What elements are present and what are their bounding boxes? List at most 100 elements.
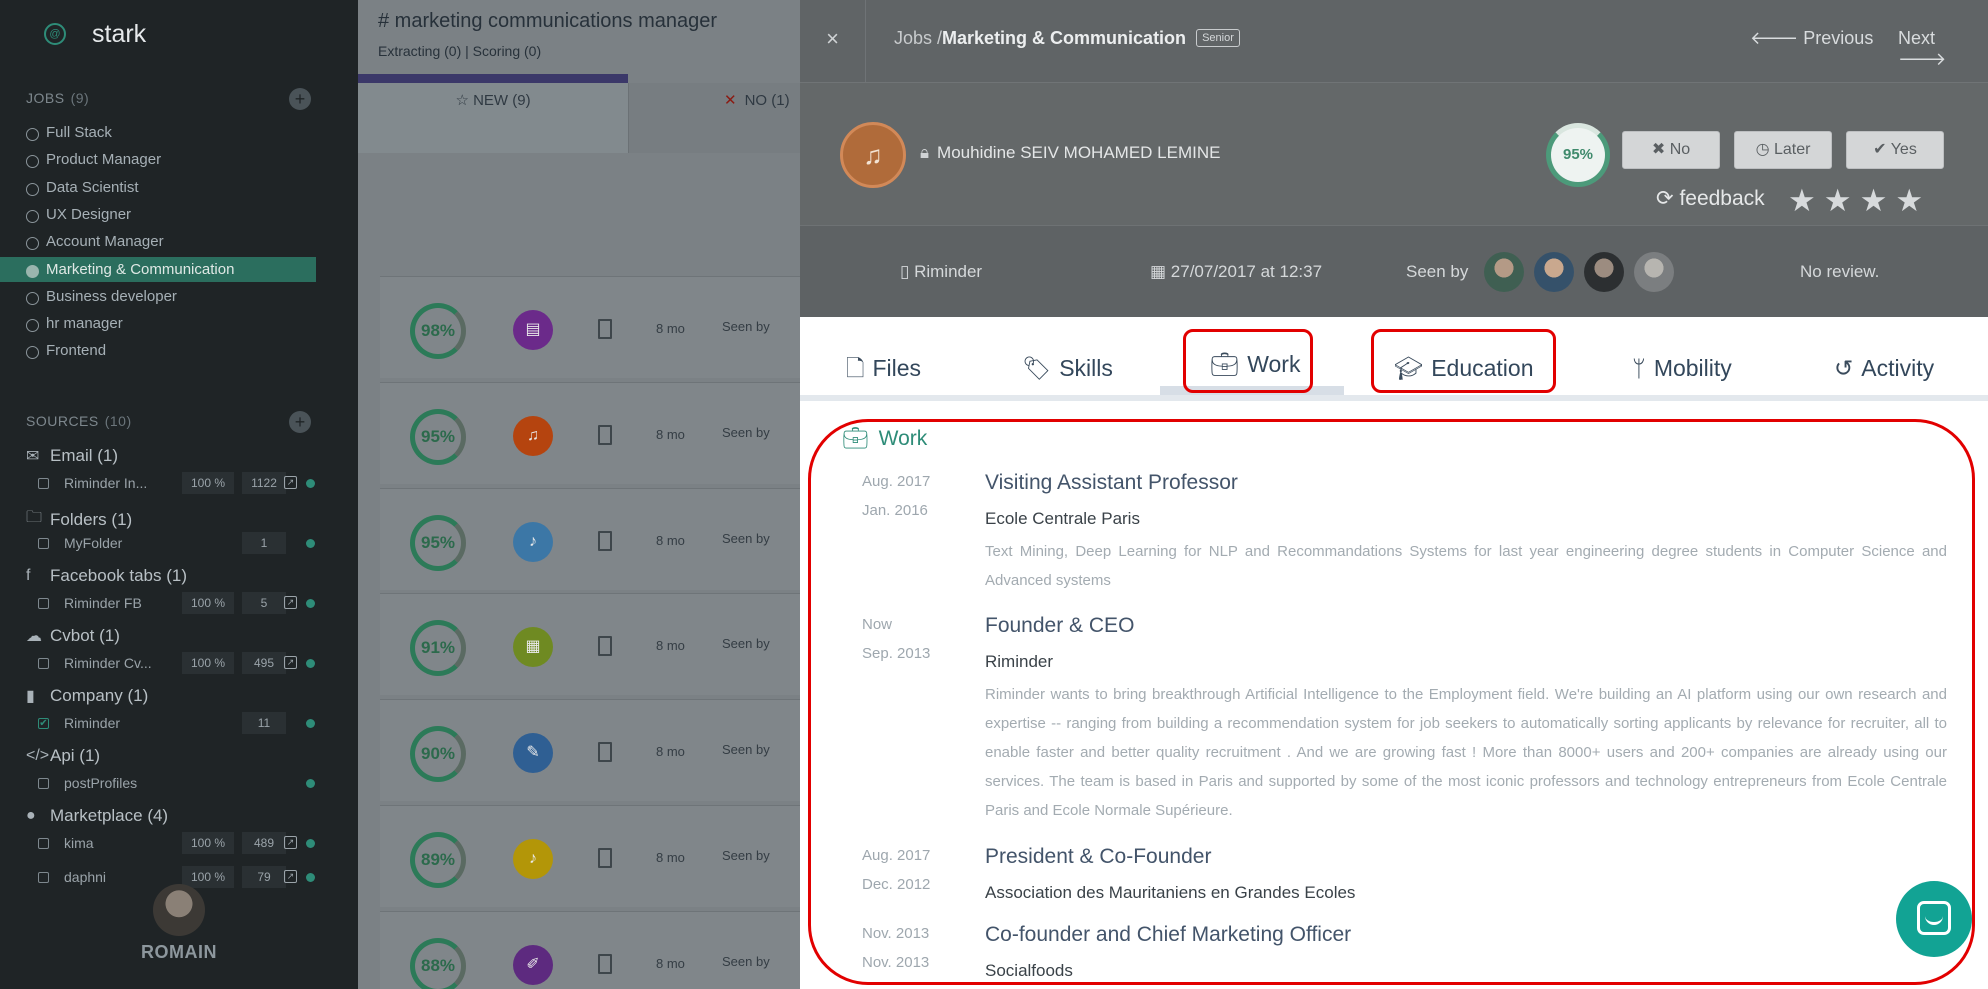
building-icon: ▮ (26, 688, 35, 705)
candidate-row[interactable]: 88% ✐ 8 mo Seen by (380, 910, 800, 989)
tab-no[interactable]: ✕ NO (1) (628, 83, 800, 153)
candidate-row[interactable]: 91% ▦ 8 mo Seen by (380, 593, 800, 696)
sidebar-item-job[interactable]: Business developer (0, 284, 316, 309)
chart-icon[interactable]: ↗ (284, 476, 297, 489)
building-icon: ▯ (900, 262, 915, 281)
source-name: Riminder In... (64, 475, 148, 491)
chart-icon[interactable]: ↗ (284, 596, 297, 609)
source-count: 11 (242, 712, 286, 734)
breadcrumb-jobs[interactable]: Jobs / (894, 28, 942, 48)
check-icon: ✔ (1873, 141, 1891, 158)
source-group[interactable]: 🗀 Folders (1) (26, 506, 132, 533)
source-group[interactable]: f Facebook tabs (1) (26, 566, 187, 586)
source-row[interactable]: Riminder Cv... 100 % 495 ↗ (38, 652, 318, 674)
status-dot (306, 839, 315, 848)
add-job-icon[interactable]: + (289, 88, 311, 110)
sidebar-item-job[interactable]: hr manager (0, 311, 316, 336)
candidate-row[interactable]: 89% ♪ 8 mo Seen by (380, 805, 800, 907)
source-row[interactable]: MyFolder 1 (38, 532, 318, 554)
date-label: ▦ 27/07/2017 at 12:37 (1150, 262, 1323, 281)
candidate-row[interactable]: 95% ♪ 8 mo Seen by (380, 487, 800, 590)
previous-button[interactable]: 🡐 Previous (1750, 28, 1873, 49)
sidebar: @ stark JOBS (9) + Full Stack Product Mana… (0, 0, 358, 989)
chart-icon[interactable]: ↗ (284, 656, 297, 669)
status-dot (306, 479, 315, 488)
tab-files[interactable]: 🗋 Files (846, 345, 921, 391)
close-button[interactable]: × (800, 0, 866, 82)
candidate-tabs: ☆ NEW (9) ✕ NO (1) (358, 74, 800, 153)
source-row[interactable]: Riminder FB 100 % 5 ↗ (38, 592, 318, 614)
chat-launcher[interactable] (1896, 881, 1972, 957)
status-dot (306, 539, 315, 548)
source-group[interactable]: ✉ Email (1) (26, 446, 118, 466)
source-group[interactable]: ● Marketplace (4) (26, 806, 168, 826)
seen-avatar (1534, 252, 1574, 292)
refresh-icon: ⟳ (1656, 187, 1680, 210)
source-row[interactable]: Riminder In... 100 % 1122 ↗ (38, 472, 318, 494)
sidebar-item-job[interactable]: Marketing & Communication (0, 256, 316, 282)
chart-icon[interactable]: ↗ (284, 870, 297, 883)
profile-name: 🔒︎ Mouhidine SEIV MOHAMED LEMINE (920, 143, 1221, 162)
building-icon (598, 848, 612, 868)
candidate-row[interactable]: 95% ♫ 8 mo Seen by (380, 381, 800, 484)
source-group[interactable]: ▮ Company (1) (26, 686, 148, 706)
candidate-row[interactable]: 98% ▤ 8 mo Seen by (380, 276, 800, 378)
x-icon: ✖ (1651, 141, 1670, 158)
source-percent: 100 % (182, 592, 234, 614)
add-source-icon[interactable]: + (289, 411, 311, 433)
no-button[interactable]: ✖ No (1622, 131, 1720, 169)
yes-button[interactable]: ✔ Yes (1846, 131, 1944, 169)
sidebar-item-job[interactable]: Frontend (0, 338, 316, 363)
source-count: 5 (242, 592, 286, 614)
feedback-button[interactable]: ⟳ feedback (1656, 186, 1765, 211)
source-checkbox[interactable] (38, 872, 49, 883)
sidebar-item-job[interactable]: Product Manager (0, 147, 316, 172)
breadcrumb-job[interactable]: Marketing & Communication (942, 28, 1186, 48)
source-checkbox[interactable] (38, 538, 49, 549)
seen-avatar (1484, 252, 1524, 292)
seen-by-label: Seen by (722, 636, 770, 652)
seen-by-label: Seen by (722, 848, 770, 863)
building-icon (598, 319, 612, 339)
sidebar-item-job[interactable]: Account Manager (0, 229, 316, 254)
source-checkbox[interactable] (38, 598, 49, 609)
jobs-heading: JOBS (9) (26, 90, 90, 106)
source-row[interactable]: kima 100 % 489 ↗ (38, 832, 318, 854)
next-button[interactable]: Next 🡒 (1898, 28, 1988, 70)
seen-avatar (1584, 252, 1624, 292)
source-row[interactable]: postProfiles (38, 772, 318, 794)
tab-skills[interactable]: 🏷︎ Skills (1022, 345, 1113, 391)
brand[interactable]: @ stark (44, 16, 146, 52)
sidebar-item-job[interactable]: Full Stack (0, 120, 316, 145)
app-root: @ stark JOBS (9) + Full Stack Product Mana… (0, 0, 1988, 989)
source-name: Riminder FB (64, 595, 142, 611)
candidate-age: 8 mo (656, 532, 685, 548)
source-group[interactable]: </> Api (1) (26, 746, 100, 766)
source-checkbox[interactable]: ✔ (38, 718, 49, 729)
sidebar-item-job[interactable]: Data Scientist (0, 175, 316, 200)
source-checkbox[interactable] (38, 778, 49, 789)
candidate-row[interactable]: 90% ✎ 8 mo Seen by (380, 699, 800, 802)
candidate-avatar-icon: ♪ (513, 521, 553, 562)
tab-activity[interactable]: ↺ Activity (1834, 345, 1934, 391)
source-row[interactable]: ✔ Riminder 11 (38, 712, 318, 734)
source-checkbox[interactable] (38, 838, 49, 849)
candidate-avatar-icon: ✎ (513, 733, 553, 774)
tab-new[interactable]: ☆ NEW (9) (358, 83, 628, 153)
chart-icon[interactable]: ↗ (284, 836, 297, 849)
source-checkbox[interactable] (38, 478, 49, 489)
current-user[interactable]: ROMAIN (0, 884, 358, 963)
sidebar-item-job[interactable]: UX Designer (0, 202, 316, 227)
candidate-age: 8 mo (656, 426, 685, 442)
sources-heading: SOURCES (10) (26, 413, 132, 429)
source-checkbox[interactable] (38, 658, 49, 669)
later-button[interactable]: ◷ Later (1734, 131, 1832, 169)
match-score: 89% (410, 832, 466, 888)
tab-mobility[interactable]: ᛘ Mobility (1632, 345, 1732, 391)
rating-stars[interactable]: ★★★★ (1788, 183, 1931, 219)
source-group-label: Marketplace (4) (50, 806, 169, 825)
work-section-highlight (808, 419, 1975, 985)
source-group[interactable]: ☁ Cvbot (1) (26, 626, 120, 646)
candidate-age: 8 mo (656, 955, 685, 971)
source-name: kima (64, 835, 94, 851)
